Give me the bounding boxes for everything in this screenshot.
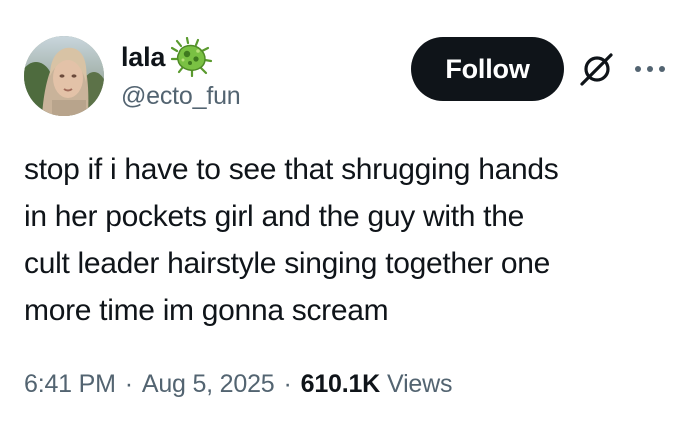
display-name[interactable]: lala [121, 42, 165, 73]
microbe-emoji-icon [171, 36, 213, 78]
views-count: 610.1K [300, 370, 381, 398]
tweet-text-line: cult leader hairstyle singing together o… [24, 247, 551, 280]
tweet-text-line: more time im gonna scream [24, 294, 389, 327]
post-time[interactable]: 6:41 PM [24, 370, 116, 399]
tweet-text: stop if i have to see that shrugging han… [24, 146, 674, 334]
views-label: Views [387, 370, 453, 398]
meta-separator: · [283, 370, 292, 398]
post-date[interactable]: Aug 5, 2025 [142, 370, 275, 399]
more-options-icon[interactable] [630, 55, 670, 83]
profile-photo [24, 36, 104, 116]
grok-icon[interactable] [578, 50, 616, 88]
tweet-text-line: stop if i have to see that shrugging han… [24, 153, 559, 186]
user-handle[interactable]: @ecto_fun [121, 82, 241, 111]
tweet-card: lala @ecto_fun Follow stop if i have to … [0, 0, 698, 432]
tweet-text-line: in her pockets girl and the guy with the [24, 200, 524, 233]
tweet-meta: 6:41 PM · Aug 5, 2025 · 610.1K Views [24, 370, 452, 399]
avatar[interactable] [24, 36, 104, 116]
meta-separator: · [124, 370, 133, 398]
follow-button[interactable]: Follow [411, 37, 564, 101]
author-block: lala @ecto_fun [121, 36, 241, 111]
